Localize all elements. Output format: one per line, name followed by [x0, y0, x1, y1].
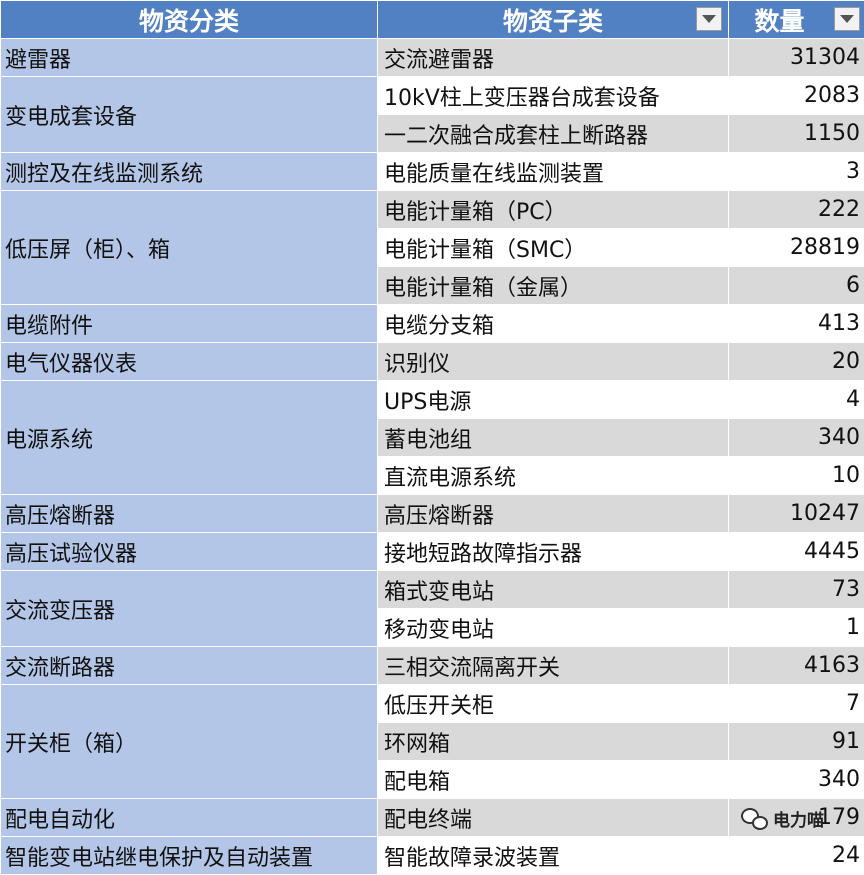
- table-row: 测控及在线监测系统电能质量在线监测装置3: [1, 153, 864, 191]
- table-row: 电源系统UPS电源4: [1, 381, 864, 419]
- quantity-cell[interactable]: 222: [729, 191, 864, 229]
- subcategory-cell[interactable]: 箱式变电站: [378, 571, 729, 609]
- quantity-cell[interactable]: 1150: [729, 115, 864, 153]
- subcategory-cell[interactable]: 环网箱: [378, 723, 729, 761]
- subcategory-cell[interactable]: 交流避雷器: [378, 39, 729, 77]
- materials-table: 物资分类 物资子类 数量 避雷器交流避雷器31304变电成套设备10kV柱上变压…: [0, 0, 864, 875]
- table-row: 配电自动化配电终端179: [1, 799, 864, 837]
- quantity-cell[interactable]: 413: [729, 305, 864, 343]
- subcategory-cell[interactable]: 一二次融合成套柱上断路器: [378, 115, 729, 153]
- category-cell[interactable]: 电源系统: [1, 381, 378, 495]
- quantity-cell[interactable]: 4445: [729, 533, 864, 571]
- quantity-cell[interactable]: 2083: [729, 77, 864, 115]
- quantity-cell[interactable]: 20: [729, 343, 864, 381]
- subcategory-cell[interactable]: 识别仪: [378, 343, 729, 381]
- category-cell[interactable]: 电气仪器仪表: [1, 343, 378, 381]
- table-row: 交流断路器三相交流隔离开关4163: [1, 647, 864, 685]
- category-cell[interactable]: 高压熔断器: [1, 495, 378, 533]
- table-row: 交流变压器箱式变电站73: [1, 571, 864, 609]
- category-cell[interactable]: 交流变压器: [1, 571, 378, 647]
- filter-dropdown-icon[interactable]: [834, 7, 860, 31]
- table-row: 电气仪器仪表识别仪20: [1, 343, 864, 381]
- category-cell[interactable]: 电缆附件: [1, 305, 378, 343]
- subcategory-cell[interactable]: 电缆分支箱: [378, 305, 729, 343]
- watermark: 电力喵: [741, 806, 824, 831]
- table-row: 高压试验仪器接地短路故障指示器4445: [1, 533, 864, 571]
- table-row: 高压熔断器高压熔断器10247: [1, 495, 864, 533]
- header-subcategory[interactable]: 物资子类: [378, 1, 729, 39]
- table-body: 避雷器交流避雷器31304变电成套设备10kV柱上变压器台成套设备2083一二次…: [1, 39, 864, 875]
- header-quantity[interactable]: 数量: [729, 1, 864, 39]
- quantity-cell[interactable]: 10247: [729, 495, 864, 533]
- subcategory-cell[interactable]: 低压开关柜: [378, 685, 729, 723]
- subcategory-cell[interactable]: 三相交流隔离开关: [378, 647, 729, 685]
- subcategory-cell[interactable]: 配电终端: [378, 799, 729, 837]
- subcategory-cell[interactable]: UPS电源: [378, 381, 729, 419]
- category-cell[interactable]: 配电自动化: [1, 799, 378, 837]
- subcategory-cell[interactable]: 电能计量箱（PC）: [378, 191, 729, 229]
- header-row: 物资分类 物资子类 数量: [1, 1, 864, 39]
- quantity-cell[interactable]: 28819: [729, 229, 864, 267]
- table-row: 避雷器交流避雷器31304: [1, 39, 864, 77]
- table-row: 低压屏（柜）、箱电能计量箱（PC）222: [1, 191, 864, 229]
- subcategory-cell[interactable]: 配电箱: [378, 761, 729, 799]
- table-row: 变电成套设备10kV柱上变压器台成套设备2083: [1, 77, 864, 115]
- category-cell[interactable]: 变电成套设备: [1, 77, 378, 153]
- quantity-cell[interactable]: 31304: [729, 39, 864, 77]
- subcategory-cell[interactable]: 蓄电池组: [378, 419, 729, 457]
- quantity-cell[interactable]: 4163: [729, 647, 864, 685]
- watermark-text: 电力喵: [773, 806, 824, 831]
- quantity-cell[interactable]: 1: [729, 609, 864, 647]
- quantity-cell[interactable]: 6: [729, 267, 864, 305]
- quantity-cell[interactable]: 10: [729, 457, 864, 495]
- table-row: 电缆附件电缆分支箱413: [1, 305, 864, 343]
- quantity-cell[interactable]: 340: [729, 761, 864, 799]
- subcategory-cell[interactable]: 接地短路故障指示器: [378, 533, 729, 571]
- subcategory-cell[interactable]: 电能计量箱（金属）: [378, 267, 729, 305]
- category-cell[interactable]: 低压屏（柜）、箱: [1, 191, 378, 305]
- category-cell[interactable]: 测控及在线监测系统: [1, 153, 378, 191]
- subcategory-cell[interactable]: 直流电源系统: [378, 457, 729, 495]
- subcategory-cell[interactable]: 电能计量箱（SMC）: [378, 229, 729, 267]
- category-cell[interactable]: 高压试验仪器: [1, 533, 378, 571]
- table-row: 开关柜（箱）低压开关柜7: [1, 685, 864, 723]
- quantity-cell[interactable]: 73: [729, 571, 864, 609]
- quantity-cell[interactable]: 91: [729, 723, 864, 761]
- filter-dropdown-icon[interactable]: [696, 7, 722, 31]
- quantity-cell[interactable]: 340: [729, 419, 864, 457]
- wechat-icon: [741, 808, 767, 830]
- subcategory-cell[interactable]: 移动变电站: [378, 609, 729, 647]
- subcategory-cell[interactable]: 高压熔断器: [378, 495, 729, 533]
- subcategory-cell[interactable]: 电能质量在线监测装置: [378, 153, 729, 191]
- quantity-cell[interactable]: 4: [729, 381, 864, 419]
- quantity-cell[interactable]: 7: [729, 685, 864, 723]
- category-cell[interactable]: 避雷器: [1, 39, 378, 77]
- subcategory-cell[interactable]: 10kV柱上变压器台成套设备: [378, 77, 729, 115]
- quantity-cell[interactable]: 3: [729, 153, 864, 191]
- header-category: 物资分类: [1, 1, 378, 39]
- category-cell[interactable]: 交流断路器: [1, 647, 378, 685]
- category-cell[interactable]: 开关柜（箱）: [1, 685, 378, 799]
